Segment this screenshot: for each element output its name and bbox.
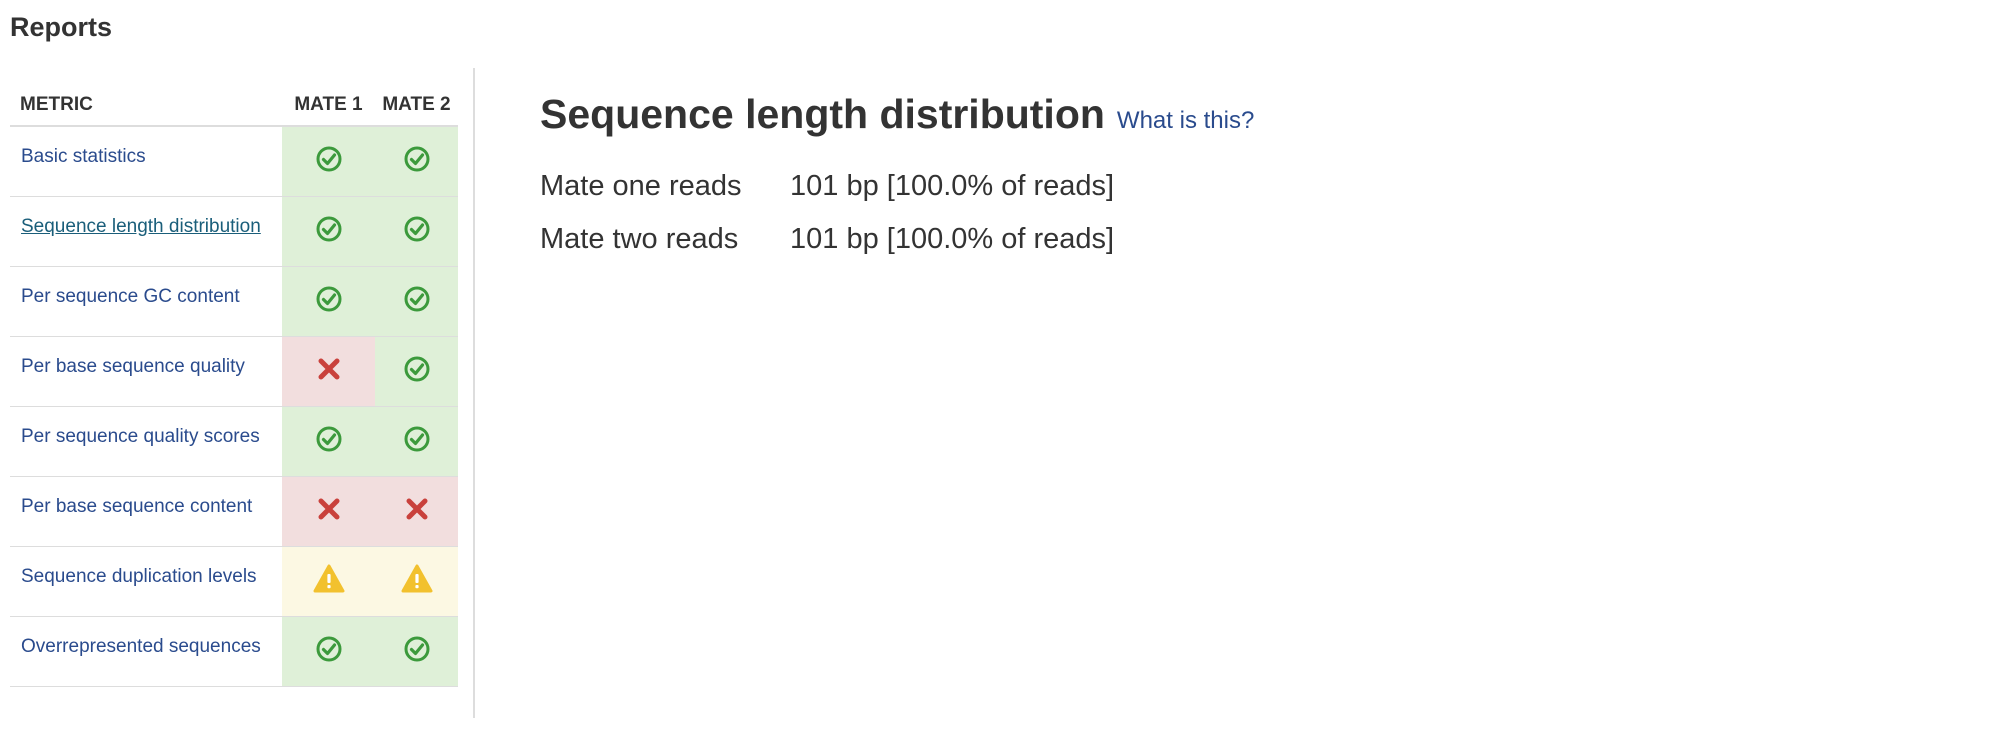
reads-row-mate-one: Mate one reads 101 bp [100.0% of reads]: [540, 160, 1114, 213]
mate2-status-cell: [375, 476, 458, 547]
mate2-status-cell: [375, 196, 458, 267]
reads-summary-table: Mate one reads 101 bp [100.0% of reads] …: [540, 160, 1114, 266]
what-is-this-link[interactable]: What is this?: [1117, 107, 1254, 134]
metrics-table-body: Basic statistics Sequence length distribu…: [10, 126, 458, 687]
check-circle-icon: [315, 145, 343, 178]
mate2-column-header: MATE 2: [375, 84, 458, 127]
warning-triangle-icon: [401, 564, 433, 599]
check-circle-icon: [403, 425, 431, 458]
mate1-status-cell: [282, 266, 375, 337]
metric-cell: Basic statistics: [10, 126, 282, 197]
mate2-status-cell: [375, 336, 458, 407]
metric-cell: Sequence length distribution: [10, 196, 282, 267]
metric-link[interactable]: Sequence duplication levels: [21, 566, 257, 587]
check-circle-icon: [403, 145, 431, 178]
metric-link[interactable]: Overrepresented sequences: [21, 636, 261, 657]
mate2-status-cell: [375, 266, 458, 337]
check-circle-icon: [315, 425, 343, 458]
table-row[interactable]: Per sequence quality scores: [10, 406, 458, 477]
table-row[interactable]: Sequence length distribution: [10, 196, 458, 267]
metric-cell: Per base sequence content: [10, 476, 282, 547]
metrics-header-row: METRIC MATE 1 MATE 2: [10, 84, 458, 127]
table-row[interactable]: Per sequence GC content: [10, 266, 458, 337]
metric-link[interactable]: Per sequence quality scores: [21, 426, 260, 447]
metric-link[interactable]: Per base sequence quality: [21, 356, 245, 377]
table-row[interactable]: Per base sequence content: [10, 476, 458, 547]
mate1-status-cell: [282, 546, 375, 617]
metric-cell: Per base sequence quality: [10, 336, 282, 407]
mate1-status-cell: [282, 406, 375, 477]
metric-column-header: METRIC: [10, 84, 282, 127]
reads-label: Mate one reads: [540, 170, 742, 202]
check-circle-icon: [403, 635, 431, 668]
mate1-status-cell: [282, 126, 375, 197]
check-circle-icon: [403, 215, 431, 248]
mate1-column-header: MATE 1: [282, 84, 375, 127]
reads-row-mate-two: Mate two reads 101 bp [100.0% of reads]: [540, 213, 1114, 266]
x-mark-icon: [316, 496, 342, 527]
warning-triangle-icon: [313, 564, 345, 599]
x-mark-icon: [404, 496, 430, 527]
metric-link[interactable]: Basic statistics: [21, 146, 146, 167]
page-title: Reports: [10, 12, 113, 42]
metric-cell: Overrepresented sequences: [10, 616, 282, 687]
table-row[interactable]: Overrepresented sequences: [10, 616, 458, 687]
metric-cell: Per sequence GC content: [10, 266, 282, 337]
mate1-status-cell: [282, 196, 375, 267]
check-circle-icon: [403, 355, 431, 388]
detail-title: Sequence length distribution: [540, 91, 1105, 137]
mate2-status-cell: [375, 546, 458, 617]
mate2-status-cell: [375, 406, 458, 477]
reads-value: 101 bp [100.0% of reads]: [790, 170, 1115, 202]
metric-cell: Per sequence quality scores: [10, 406, 282, 477]
check-circle-icon: [403, 285, 431, 318]
check-circle-icon: [315, 635, 343, 668]
metrics-table: METRIC MATE 1 MATE 2 Basic statistics Seq…: [10, 84, 458, 687]
table-row[interactable]: Per base sequence quality: [10, 336, 458, 407]
metric-link[interactable]: Per sequence GC content: [21, 286, 240, 307]
x-mark-icon: [316, 356, 342, 387]
table-row[interactable]: Sequence duplication levels: [10, 546, 458, 617]
mate2-status-cell: [375, 126, 458, 197]
mate1-status-cell: [282, 476, 375, 547]
metric-link[interactable]: Sequence length distribution: [21, 216, 261, 237]
check-circle-icon: [315, 285, 343, 318]
mate1-status-cell: [282, 336, 375, 407]
reads-value: 101 bp [100.0% of reads]: [790, 223, 1115, 255]
panel-divider: [473, 68, 475, 718]
reads-label: Mate two reads: [540, 223, 739, 255]
metric-cell: Sequence duplication levels: [10, 546, 282, 617]
mate1-status-cell: [282, 616, 375, 687]
check-circle-icon: [315, 215, 343, 248]
detail-heading: Sequence length distribution What is this…: [540, 88, 1254, 147]
metric-link[interactable]: Per base sequence content: [21, 496, 252, 517]
mate2-status-cell: [375, 616, 458, 687]
table-row[interactable]: Basic statistics: [10, 126, 458, 197]
